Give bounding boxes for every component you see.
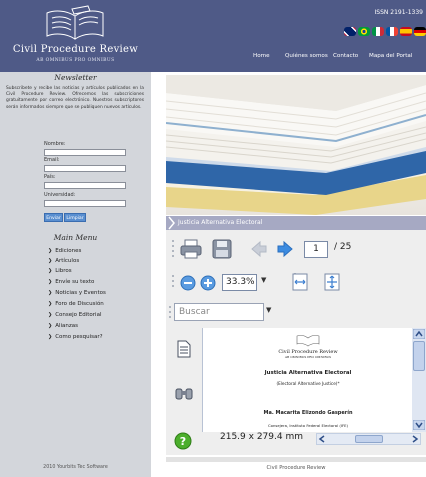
logo-subtitle: AB OMNIBUS PRO OMNIBUS <box>36 58 115 63</box>
chevron-right-icon: ❯ <box>48 290 53 296</box>
menu-item-libros[interactable]: ❯ Libros <box>48 268 72 274</box>
universidad-field[interactable] <box>44 200 126 207</box>
viewer-toolbar-navigation: 1 / 25 <box>166 230 426 268</box>
universidad-label: Universidad: <box>44 192 76 198</box>
article-title-bar: Justicia Alternativa Electoral <box>166 216 426 230</box>
menu-item-foro[interactable]: ❯ Foro de Discusión <box>48 301 104 307</box>
viewer-status-bar: 215.9 x 279.4 mm <box>202 432 426 446</box>
menu-item-envie-su-texto[interactable]: ❯ Envíe su texto <box>48 279 94 285</box>
toolbar-grip-icon <box>169 306 171 318</box>
send-button[interactable]: Enviar <box>44 213 63 222</box>
menu-item-como-pesquisar[interactable]: ❯ Como pesquisar? <box>48 334 103 340</box>
scroll-down-arrow-icon[interactable] <box>413 420 425 430</box>
left-sidebar: Civil Procedure Review AB OMNIBUS PRO OM… <box>0 0 151 477</box>
previous-page-arrow-icon[interactable] <box>250 240 268 258</box>
site-footer: Civil Procedure Review <box>266 465 326 471</box>
doc-journal-subtitle: AB OMNIBUS PRO OMNIBUS <box>284 355 332 359</box>
menu-item-ediciones[interactable]: ❯ Ediciones <box>48 248 81 254</box>
chevron-right-icon: ❯ <box>48 248 53 254</box>
horizontal-scroll-thumb[interactable] <box>355 435 383 443</box>
books-hero-image <box>166 75 426 215</box>
sidebar-footer: 2010 Yourbits Tec Software <box>43 465 108 470</box>
page-total-label: / 25 <box>334 242 352 252</box>
chevron-right-icon: ❯ <box>48 334 53 340</box>
stacked-books-illustration <box>166 75 426 215</box>
brazil-flag-icon[interactable] <box>358 27 370 36</box>
spain-flag-icon[interactable] <box>400 27 412 36</box>
doc-affiliation: Consejera, Instituto Federal Electoral (… <box>267 423 349 428</box>
content-bottom-bar <box>166 457 426 462</box>
toolbar-grip-icon <box>172 240 174 257</box>
pdf-page[interactable]: Civil Procedure Review AB OMNIBUS PRO OM… <box>202 328 426 432</box>
zoom-out-icon[interactable] <box>180 275 196 291</box>
email-label: Email: <box>44 157 60 163</box>
journal-book-logo-icon <box>296 335 320 347</box>
scroll-right-arrow-icon[interactable] <box>408 434 420 444</box>
menu-item-noticias[interactable]: ❯ Noticias y Eventos <box>48 290 106 296</box>
save-disk-icon[interactable] <box>212 239 232 259</box>
france-flag-icon[interactable] <box>386 27 398 36</box>
chevron-right-icon: ❯ <box>48 268 53 274</box>
vertical-scrollbar[interactable] <box>412 328 426 432</box>
binoculars-icon[interactable] <box>175 386 193 400</box>
nav-mapa-del-portal[interactable]: Mapa del Portal <box>369 53 412 59</box>
issn-label: ISSN 2191-1339 <box>374 9 424 16</box>
chevron-right-icon: ❯ <box>48 312 53 318</box>
italy-flag-icon[interactable] <box>372 27 384 36</box>
zoom-in-icon[interactable] <box>200 275 216 291</box>
document-icon[interactable] <box>177 340 191 358</box>
germany-flag-icon[interactable] <box>414 27 426 36</box>
chevron-right-icon: ❯ <box>48 258 53 264</box>
newsletter-description: Subscribete y recibe las noticias y artí… <box>6 86 144 110</box>
pdf-viewer: 1 / 25 33.3% ▼ Buscar ▼ ? Civil Procedur… <box>166 230 426 455</box>
menu-item-alianzas[interactable]: ❯ Alianzas <box>48 323 78 329</box>
nombre-field[interactable] <box>44 149 126 156</box>
page-size-label: 215.9 x 279.4 mm <box>220 432 303 442</box>
help-icon[interactable]: ? <box>174 432 192 450</box>
chevron-right-icon: ❯ <box>48 323 53 329</box>
scroll-up-arrow-icon[interactable] <box>413 329 425 339</box>
print-icon[interactable] <box>180 239 202 259</box>
fit-page-icon[interactable] <box>324 273 340 291</box>
open-book-icon <box>46 5 104 40</box>
page-number-input[interactable]: 1 <box>304 241 328 258</box>
nombre-label: Nombre: <box>44 141 66 147</box>
doc-title: Justicia Alternativa Electoral <box>264 370 352 376</box>
search-input[interactable]: Buscar <box>174 303 264 321</box>
pais-label: País: <box>44 174 56 180</box>
nav-contacto[interactable]: Contacto <box>333 53 358 59</box>
scroll-left-arrow-icon[interactable] <box>317 434 329 444</box>
menu-item-articulos[interactable]: ❯ Artículos <box>48 258 79 264</box>
article-title: Justicia Alternativa Electoral <box>178 219 263 226</box>
viewer-side-tools: ? <box>166 328 201 455</box>
chevron-right-icon: ❯ <box>48 279 53 285</box>
logo-title: Civil Procedure Review <box>12 44 139 55</box>
chevron-down-icon[interactable]: ▼ <box>261 276 266 284</box>
zoom-level-select[interactable]: 33.3% <box>222 274 257 291</box>
svg-text:?: ? <box>180 435 186 448</box>
nav-quienes-somos[interactable]: Quiénes somos <box>285 53 328 59</box>
newsletter-title: Newsletter <box>54 73 97 82</box>
horizontal-scrollbar[interactable] <box>316 433 421 445</box>
fit-width-icon[interactable] <box>292 273 308 291</box>
nav-home[interactable]: Home <box>253 53 270 59</box>
clear-button[interactable]: Limpiar <box>64 213 86 222</box>
doc-author: Ma. Macarita Elizondo Gasperín <box>263 410 353 416</box>
site-header: ISSN 2191-1339 Home Quiénes somos Contac… <box>151 0 426 72</box>
chevron-right-icon: ❯ <box>48 301 53 307</box>
chevron-down-icon[interactable]: ▼ <box>266 306 271 314</box>
site-logo[interactable]: Civil Procedure Review AB OMNIBUS PRO OM… <box>0 0 151 72</box>
next-page-arrow-icon[interactable] <box>276 240 294 258</box>
vertical-scroll-thumb[interactable] <box>413 341 425 371</box>
email-field[interactable] <box>44 165 126 172</box>
chevron-right-icon <box>168 216 175 230</box>
toolbar-grip-icon <box>172 275 174 287</box>
pais-field[interactable] <box>44 182 126 189</box>
main-menu-title: Main Menu <box>53 233 98 242</box>
uk-flag-icon[interactable] <box>344 27 356 36</box>
menu-item-consejo[interactable]: ❯ Consejo Editorial <box>48 312 102 318</box>
doc-subtitle: (Electoral Alternative Justice)* <box>276 381 340 386</box>
